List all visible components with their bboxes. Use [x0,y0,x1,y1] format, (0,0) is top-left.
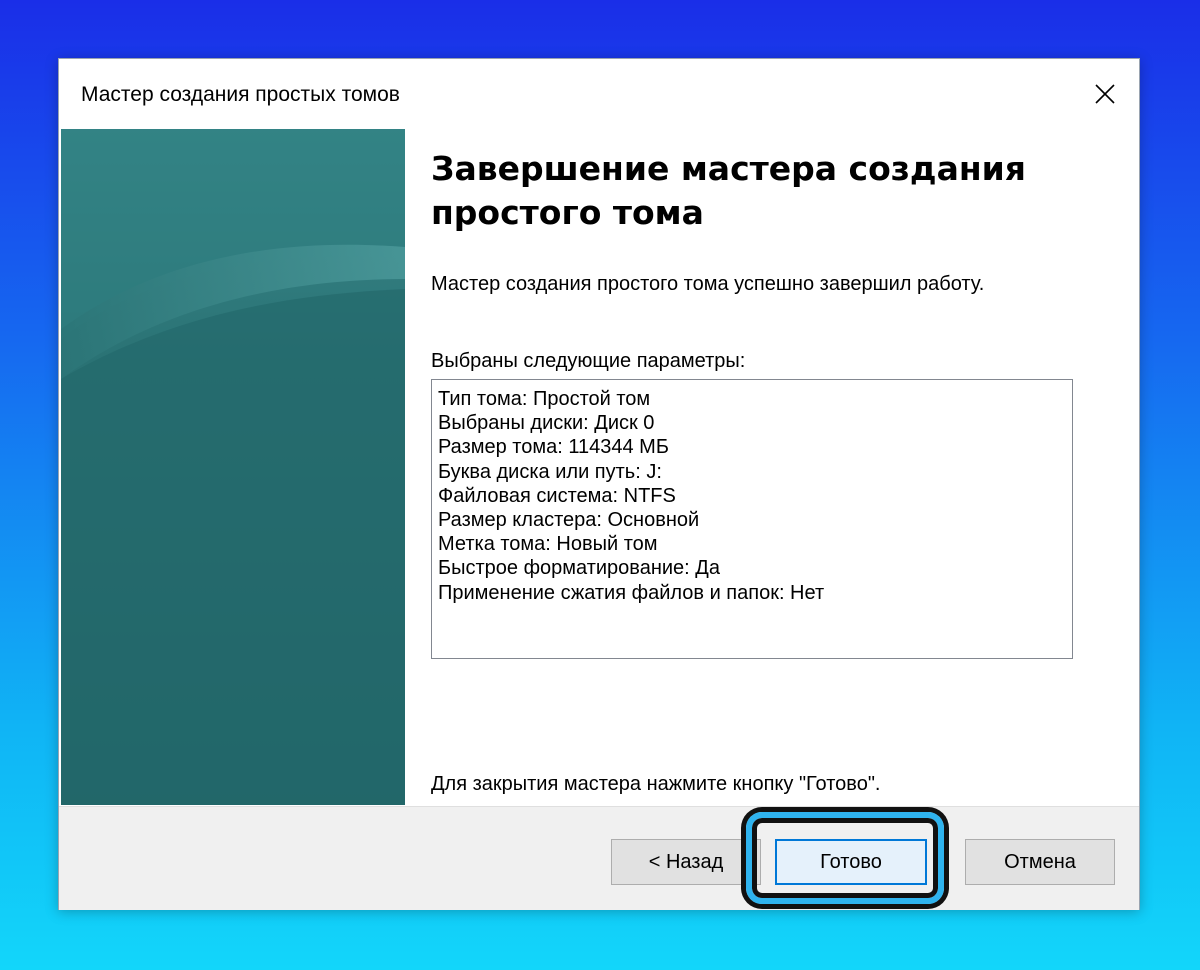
page-title: Завершение мастера создания простого том… [431,147,1111,235]
completion-description: Мастер создания простого тома успешно за… [431,273,985,295]
params-summary-box[interactable]: Тип тома: Простой том Выбраны диски: Дис… [431,379,1073,659]
params-label: Выбраны следующие параметры: [431,350,746,372]
back-button[interactable]: < Назад [611,839,761,885]
finish-button[interactable]: Готово [775,839,927,885]
param-quick-format: Быстрое форматирование: Да [438,557,720,580]
close-button[interactable] [1071,59,1139,129]
wizard-content: Завершение мастера создания простого том… [431,147,1111,795]
wizard-body: Завершение мастера создания простого том… [59,129,1139,805]
window-title: Мастер создания простых томов [81,83,400,106]
finish-hint: Для закрытия мастера нажмите кнопку "Гот… [431,773,881,795]
param-cluster-size: Размер кластера: Основной [438,509,700,532]
page-title-line-1: Завершение мастера создания [431,149,1026,188]
close-icon [1095,84,1115,104]
cancel-button[interactable]: Отмена [965,839,1115,885]
param-drive-letter: Буква диска или путь: J: [438,460,662,483]
page-title-line-2: простого тома [431,193,704,232]
wizard-side-banner [61,129,405,805]
param-disks: Выбраны диски: Диск 0 [438,412,655,435]
wizard-window: Мастер создания простых томов Завершение… [58,58,1140,910]
param-volume-label: Метка тома: Новый том [438,533,658,556]
button-bar: < Назад Готово Отмена [59,806,1139,910]
param-volume-type: Тип тома: Простой том [438,388,651,410]
title-bar: Мастер создания простых томов [59,59,1139,129]
param-file-system: Файловая система: NTFS [438,484,676,507]
param-compression: Применение сжатия файлов и папок: Нет [438,581,825,604]
param-volume-size: Размер тома: 114344 МБ [438,436,669,459]
banner-graphic [61,129,405,805]
